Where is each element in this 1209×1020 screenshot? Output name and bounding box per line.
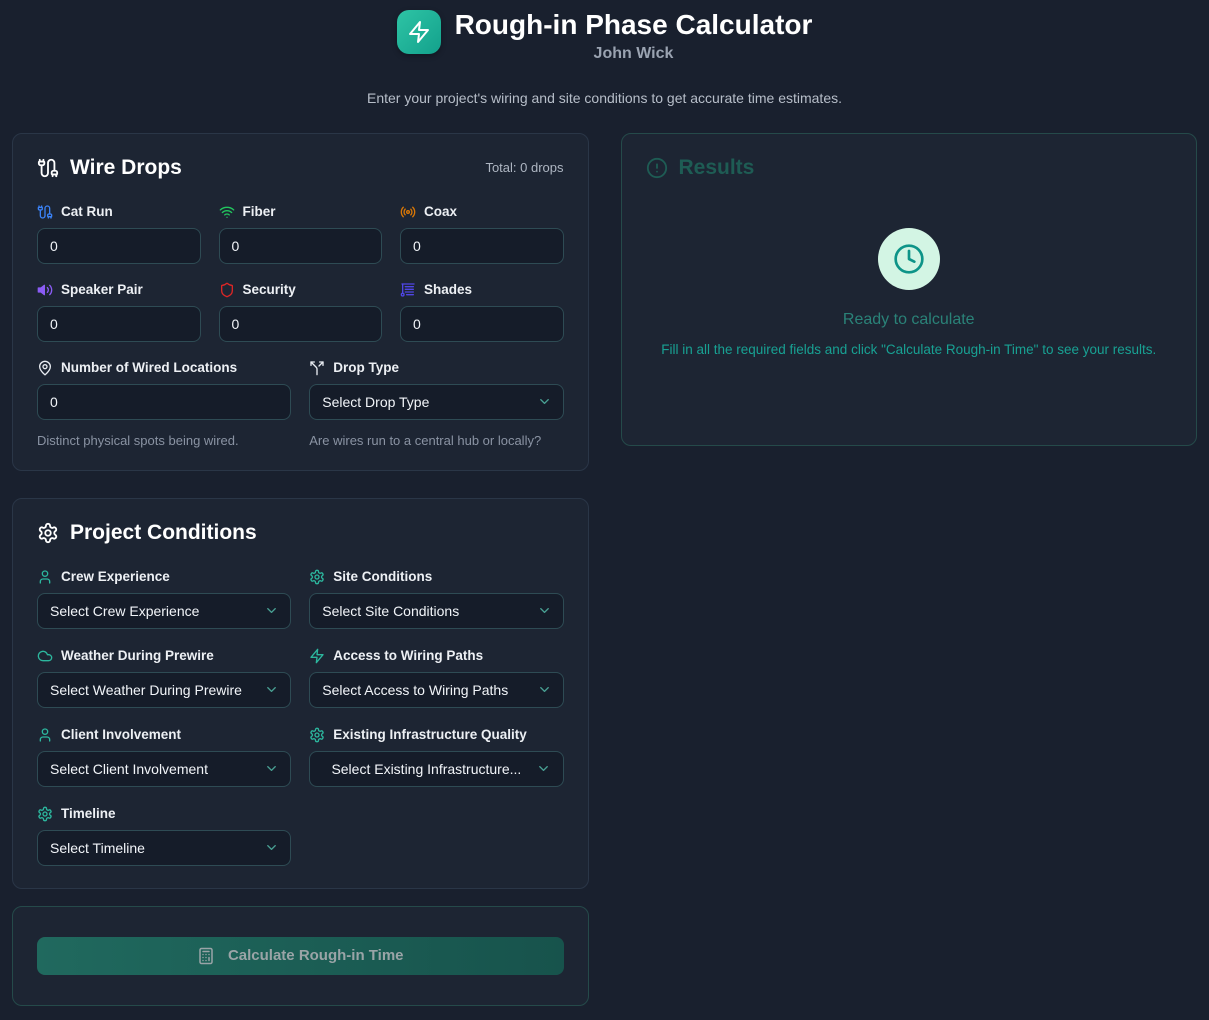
fiber-field: Fiber: [219, 204, 383, 264]
results-card: Results Ready to calculate Fill in all t…: [621, 133, 1198, 446]
page-subtitle: John Wick: [455, 45, 813, 63]
wiring-access-label: Access to Wiring Paths: [333, 648, 483, 663]
project-conditions-card: Project Conditions Crew Experience Selec…: [12, 498, 589, 889]
cat-run-field: Cat Run: [37, 204, 201, 264]
chevron-down-icon: [537, 394, 552, 409]
wire-drops-card: Wire Drops Total: 0 drops Cat Run: [12, 133, 589, 471]
clock-icon: [893, 243, 925, 275]
gear-icon: [309, 727, 325, 743]
shades-label: Shades: [424, 282, 472, 297]
drop-type-helper: Are wires run to a central hub or locall…: [309, 433, 563, 448]
map-pin-icon: [37, 360, 53, 376]
site-conditions-field: Site Conditions Select Site Conditions: [309, 569, 563, 629]
wire-drops-title: Wire Drops: [37, 156, 182, 180]
gear-icon: [309, 569, 325, 585]
shades-field: Shades: [400, 282, 564, 342]
user-icon: [37, 727, 53, 743]
security-input[interactable]: [219, 306, 383, 342]
client-involvement-field: Client Involvement Select Client Involve…: [37, 727, 291, 787]
calculate-button[interactable]: Calculate Rough-in Time: [37, 937, 564, 975]
cloud-icon: [37, 648, 53, 664]
zap-icon: [407, 20, 431, 44]
volume-icon: [37, 282, 53, 298]
fiber-label: Fiber: [243, 204, 276, 219]
rough-in-calculator-page: Rough-in Phase Calculator John Wick Ente…: [0, 0, 1209, 1006]
coax-input[interactable]: [400, 228, 564, 264]
client-involvement-select[interactable]: Select Client Involvement: [37, 751, 291, 787]
chevron-down-icon: [537, 603, 552, 618]
calculator-icon: [197, 947, 215, 965]
wired-locations-input[interactable]: [37, 384, 291, 420]
page-title: Rough-in Phase Calculator: [455, 8, 813, 42]
security-label: Security: [243, 282, 296, 297]
speaker-pair-input[interactable]: [37, 306, 201, 342]
speaker-pair-field: Speaker Pair: [37, 282, 201, 342]
zap-icon: [309, 648, 325, 664]
app-header: Rough-in Phase Calculator John Wick Ente…: [12, 0, 1197, 106]
project-conditions-title: Project Conditions: [37, 521, 257, 545]
blinds-icon: [400, 282, 416, 298]
drop-type-field: Drop Type Select Drop Type Are wires run…: [309, 360, 563, 448]
clock-badge: [878, 228, 940, 290]
shades-input[interactable]: [400, 306, 564, 342]
wiring-access-field: Access to Wiring Paths Select Access to …: [309, 648, 563, 708]
cable-icon: [37, 204, 53, 220]
user-icon: [37, 569, 53, 585]
split-icon: [309, 360, 325, 376]
wiring-access-select[interactable]: Select Access to Wiring Paths: [309, 672, 563, 708]
client-involvement-label: Client Involvement: [61, 727, 181, 742]
tagline: Enter your project's wiring and site con…: [12, 90, 1197, 106]
crew-experience-field: Crew Experience Select Crew Experience: [37, 569, 291, 629]
coax-label: Coax: [424, 204, 457, 219]
timeline-label: Timeline: [61, 806, 116, 821]
app-logo: [397, 10, 441, 54]
drop-type-label: Drop Type: [333, 360, 399, 375]
results-instruction: Fill in all the required fields and clic…: [661, 342, 1156, 357]
weather-select[interactable]: Select Weather During Prewire: [37, 672, 291, 708]
timeline-select[interactable]: Select Timeline: [37, 830, 291, 866]
wired-locations-label: Number of Wired Locations: [61, 360, 237, 375]
cat-run-input[interactable]: [37, 228, 201, 264]
speaker-pair-label: Speaker Pair: [61, 282, 143, 297]
infrastructure-quality-select[interactable]: Select Existing Infrastructure...: [309, 751, 563, 787]
infrastructure-quality-field: Existing Infrastructure Quality Select E…: [309, 727, 563, 787]
crew-experience-label: Crew Experience: [61, 569, 170, 584]
results-title: Results: [646, 156, 1173, 180]
gear-icon: [37, 806, 53, 822]
wired-locations-helper: Distinct physical spots being wired.: [37, 433, 291, 448]
drop-type-select[interactable]: Select Drop Type: [309, 384, 563, 420]
results-status: Ready to calculate: [843, 311, 975, 329]
alert-circle-icon: [646, 157, 668, 179]
cable-icon: [37, 157, 59, 179]
chevron-down-icon: [264, 840, 279, 855]
security-field: Security: [219, 282, 383, 342]
wifi-icon: [219, 204, 235, 220]
chevron-down-icon: [537, 682, 552, 697]
cat-run-label: Cat Run: [61, 204, 113, 219]
infrastructure-quality-label: Existing Infrastructure Quality: [333, 727, 527, 742]
site-conditions-select[interactable]: Select Site Conditions: [309, 593, 563, 629]
chevron-down-icon: [264, 603, 279, 618]
radio-icon: [400, 204, 416, 220]
weather-field: Weather During Prewire Select Weather Du…: [37, 648, 291, 708]
shield-icon: [219, 282, 235, 298]
chevron-down-icon: [264, 761, 279, 776]
chevron-down-icon: [536, 761, 551, 776]
gear-icon: [37, 522, 59, 544]
calculate-card: Calculate Rough-in Time: [12, 906, 589, 1006]
total-drops-counter: Total: 0 drops: [485, 160, 563, 175]
crew-experience-select[interactable]: Select Crew Experience: [37, 593, 291, 629]
fiber-input[interactable]: [219, 228, 383, 264]
wired-locations-field: Number of Wired Locations Distinct physi…: [37, 360, 291, 448]
timeline-field: Timeline Select Timeline: [37, 806, 291, 866]
site-conditions-label: Site Conditions: [333, 569, 432, 584]
weather-label: Weather During Prewire: [61, 648, 214, 663]
chevron-down-icon: [264, 682, 279, 697]
coax-field: Coax: [400, 204, 564, 264]
